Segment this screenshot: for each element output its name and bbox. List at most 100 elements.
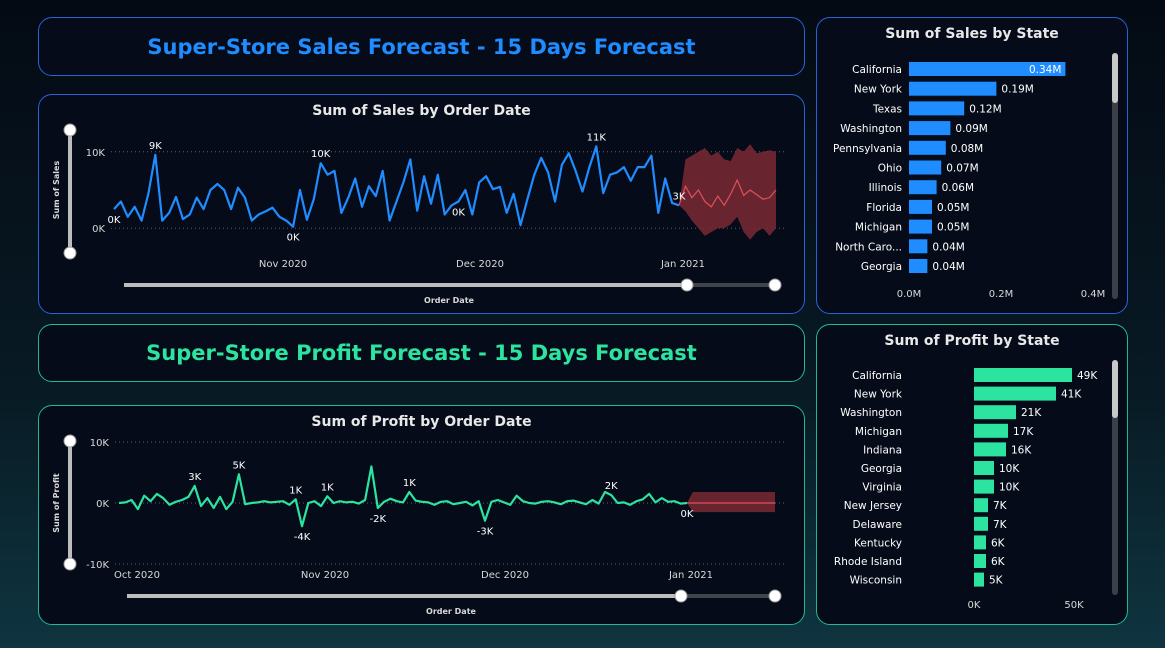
y-range-slider-handle[interactable]: [63, 434, 77, 448]
bar-value-label: 10K: [999, 463, 1020, 475]
x-axis-title: Order Date: [424, 296, 474, 305]
bar: [974, 572, 984, 587]
x-range-slider-handle[interactable]: [768, 278, 782, 292]
bar-value-label: 0.12M: [969, 103, 1001, 115]
data-label: 3K: [188, 472, 201, 483]
category-label: California: [852, 370, 902, 382]
data-label: 10K: [311, 149, 331, 160]
category-label: Michigan: [855, 222, 902, 234]
x-tick-label: 0.2M: [989, 289, 1014, 300]
profit-by-state-scroll-thumb[interactable]: [1112, 360, 1118, 418]
bar: [909, 121, 951, 136]
profit-by-state-panel: Sum of Profit by State California 49K New …: [816, 324, 1128, 625]
data-label: 11K: [587, 132, 607, 143]
x-tick-label: Dec 2020: [456, 259, 504, 270]
bar-value-label: 5K: [989, 575, 1004, 587]
sales-by-date-chart: 0K 10K Sum of Sales Nov 2020 Dec 2020 Jan 202…: [52, 123, 784, 305]
data-label: -4K: [294, 532, 311, 543]
bar: [909, 219, 932, 234]
bar-value-label: 0.34M: [1029, 64, 1061, 76]
bar-value-label: 7K: [993, 500, 1008, 512]
bar-value-label: 21K: [1021, 407, 1042, 419]
x-tick-label: Oct 2020: [114, 570, 160, 581]
data-label: -3K: [477, 527, 494, 538]
x-tick-label: 0.0M: [897, 289, 922, 300]
bar: [909, 259, 928, 273]
data-label: 5K: [232, 460, 245, 471]
category-label: Wisconsin: [850, 575, 902, 587]
profit-by-date-panel: Sum of Profit by Order Date 10K 0K -10K Sum…: [38, 405, 805, 625]
bar-value-label: 0.04M: [932, 261, 964, 273]
x-range-slider-handle[interactable]: [680, 278, 694, 292]
data-label: 0K: [108, 215, 121, 226]
bar: [909, 239, 928, 254]
y-tick-label: 0K: [96, 499, 109, 510]
bar: [974, 442, 1006, 457]
data-label: 0K: [681, 509, 694, 520]
bar: [974, 423, 1008, 438]
bar: [909, 199, 932, 214]
sales-banner-title: Super-Store Sales Forecast - 15 Days For…: [147, 34, 696, 59]
category-label: Delaware: [853, 519, 902, 531]
sales-by-state-scrollbar[interactable]: [1112, 53, 1118, 299]
bar-value-label: 0.19M: [1001, 84, 1033, 96]
bar-value-label: 7K: [993, 519, 1008, 531]
bar: [974, 554, 986, 568]
category-label: Illinois: [869, 182, 902, 194]
category-label: Georgia: [861, 463, 902, 475]
category-label: Pennsylvania: [833, 143, 902, 155]
category-label: Michigan: [855, 426, 902, 438]
bar: [974, 479, 994, 494]
bar: [974, 386, 1056, 401]
category-label: New Jersey: [844, 500, 902, 512]
category-label: Georgia: [861, 261, 902, 273]
bar-value-label: 17K: [1013, 426, 1034, 438]
bar-value-label: 0.06M: [942, 182, 974, 194]
bar: [909, 140, 946, 155]
x-range-slider-handle[interactable]: [768, 589, 782, 603]
category-label: New York: [854, 389, 903, 401]
category-label: Rhode Island: [834, 556, 902, 568]
category-label: Washington: [840, 123, 902, 135]
data-label: 1K: [403, 478, 416, 489]
bar-value-label: 6K: [991, 537, 1006, 549]
category-label: California: [852, 64, 902, 76]
profit-by-state-scrollbar[interactable]: [1112, 360, 1118, 595]
profit-by-date-chart: 10K 0K -10K Sum of Profit Oct 2020 Nov 2020 De…: [52, 434, 784, 616]
x-tick-label: 0K: [968, 600, 981, 611]
y-axis-title: Sum of Profit: [52, 473, 61, 533]
forecast-band: [679, 144, 776, 240]
bar-value-label: 0.07M: [946, 163, 978, 175]
y-range-slider-handle[interactable]: [63, 246, 77, 260]
x-tick-label: 0.4M: [1081, 289, 1106, 300]
bar: [974, 535, 986, 550]
x-tick-label: Dec 2020: [481, 570, 529, 581]
x-tick-label: Nov 2020: [301, 570, 349, 581]
data-label: 1K: [321, 482, 334, 493]
bar: [909, 81, 997, 96]
x-tick-label: 50K: [1064, 600, 1084, 611]
series-line: [113, 145, 680, 228]
y-axis-title: Sum of Sales: [52, 161, 61, 220]
sales-by-state-panel: Sum of Sales by State California 0.34M New…: [816, 17, 1128, 314]
forecast-band: [687, 492, 775, 513]
data-label: 9K: [149, 141, 162, 152]
y-range-slider-handle[interactable]: [63, 557, 77, 571]
x-tick-label: Jan 2021: [660, 259, 705, 270]
category-label: Florida: [866, 202, 902, 214]
bar: [974, 368, 1072, 382]
x-range-slider-handle[interactable]: [674, 589, 688, 603]
profit-banner: Super-Store Profit Forecast - 15 Days Fo…: [38, 324, 805, 382]
bar: [909, 180, 937, 195]
x-tick-label: Jan 2021: [668, 570, 713, 581]
bar: [974, 516, 988, 531]
data-label: 0K: [452, 207, 465, 218]
sales-by-state-scroll-thumb[interactable]: [1112, 53, 1118, 103]
series-line: [118, 465, 688, 528]
category-label: Washington: [840, 407, 902, 419]
y-range-slider-handle[interactable]: [63, 123, 77, 137]
sales-by-state-chart: California 0.34M New York 0.19M Texas 0.12M Wa…: [833, 62, 1106, 300]
sales-banner: Super-Store Sales Forecast - 15 Days For…: [38, 17, 805, 76]
y-tick-label: 0K: [92, 224, 105, 235]
y-tick-label: 10K: [86, 148, 106, 159]
